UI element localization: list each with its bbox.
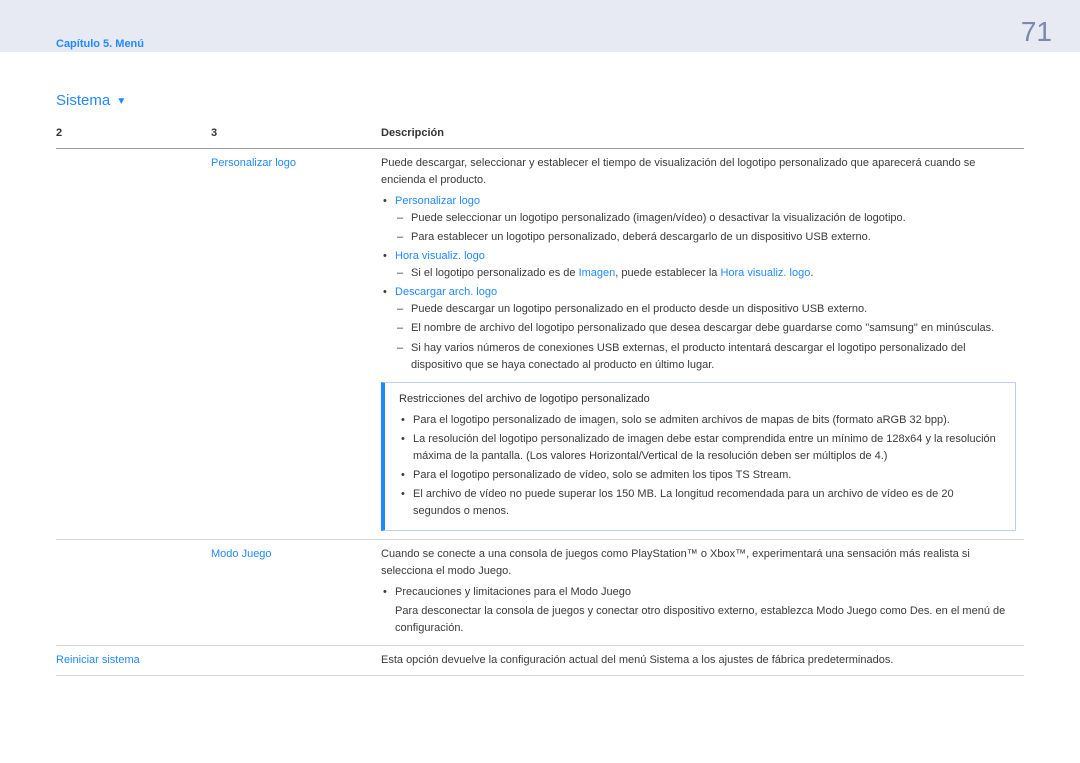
info-box-item: Para el logotipo personalizado de vídeo,… (399, 467, 1003, 484)
sub-heading-hora-visualiz-logo: Hora visualiz. logo (395, 250, 485, 262)
desc-text: Precauciones y limitaciones para el Modo… (395, 586, 631, 598)
menu-table: 2 3 Descripción Personalizar logo Puede … (56, 121, 1024, 676)
table-row: Modo Juego Cuando se conecte a una conso… (56, 539, 1024, 645)
desc-text: Si hay varios números de conexiones USB … (395, 340, 1016, 374)
desc-text: Puede descargar un logotipo personalizad… (395, 301, 1016, 318)
info-box-item: La resolución del logotipo personalizado… (399, 431, 1003, 465)
desc-intro: Puede descargar, seleccionar y establece… (381, 155, 1016, 189)
collapse-triangle-icon: ▼ (116, 96, 126, 107)
header-bar: Capítulo 5. Menú 71 (0, 0, 1080, 52)
table-header-row: 2 3 Descripción (56, 121, 1024, 149)
inline-link-hora-visualiz-logo: Hora visualiz. logo (720, 267, 810, 279)
col-header-desc: Descripción (381, 121, 1024, 149)
sub-heading-personalizar-logo: Personalizar logo (395, 195, 480, 207)
sub-heading-descargar-arch-logo: Descargar arch. logo (395, 286, 497, 298)
table-row: Reiniciar sistema Esta opción devuelve l… (56, 646, 1024, 676)
desc-intro: Cuando se conecte a una consola de juego… (381, 546, 1016, 580)
info-box-item: El archivo de vídeo no puede superar los… (399, 486, 1003, 520)
restrictions-info-box: Restricciones del archivo de logotipo pe… (381, 382, 1016, 531)
menu-item-personalizar-logo[interactable]: Personalizar logo (211, 157, 296, 169)
desc-text: Si el logotipo personalizado es de Image… (395, 265, 1016, 282)
desc-text: Para desconectar la consola de juegos y … (395, 603, 1016, 637)
breadcrumb[interactable]: Capítulo 5. Menú (56, 38, 144, 50)
inline-link-imagen: Imagen (579, 267, 616, 279)
col-header-3: 3 (211, 121, 381, 149)
desc-text: El nombre de archivo del logotipo person… (395, 320, 1016, 337)
page-content: Sistema ▼ 2 3 Descripción Personalizar l… (0, 52, 1080, 696)
page-number: 71 (1021, 16, 1052, 48)
menu-item-modo-juego[interactable]: Modo Juego (211, 548, 272, 560)
menu-item-reiniciar-sistema[interactable]: Reiniciar sistema (56, 654, 140, 666)
section-title[interactable]: Sistema ▼ (56, 92, 1024, 109)
section-title-text: Sistema (56, 92, 110, 109)
desc-text: Para establecer un logotipo personalizad… (395, 229, 1016, 246)
info-box-title: Restricciones del archivo de logotipo pe… (399, 391, 1003, 408)
table-row: Personalizar logo Puede descargar, selec… (56, 149, 1024, 540)
desc-text: Puede seleccionar un logotipo personaliz… (395, 210, 1016, 227)
col-header-2: 2 (56, 121, 211, 149)
info-box-item: Para el logotipo personalizado de imagen… (399, 412, 1003, 429)
desc-text: Esta opción devuelve la configuración ac… (381, 646, 1024, 676)
